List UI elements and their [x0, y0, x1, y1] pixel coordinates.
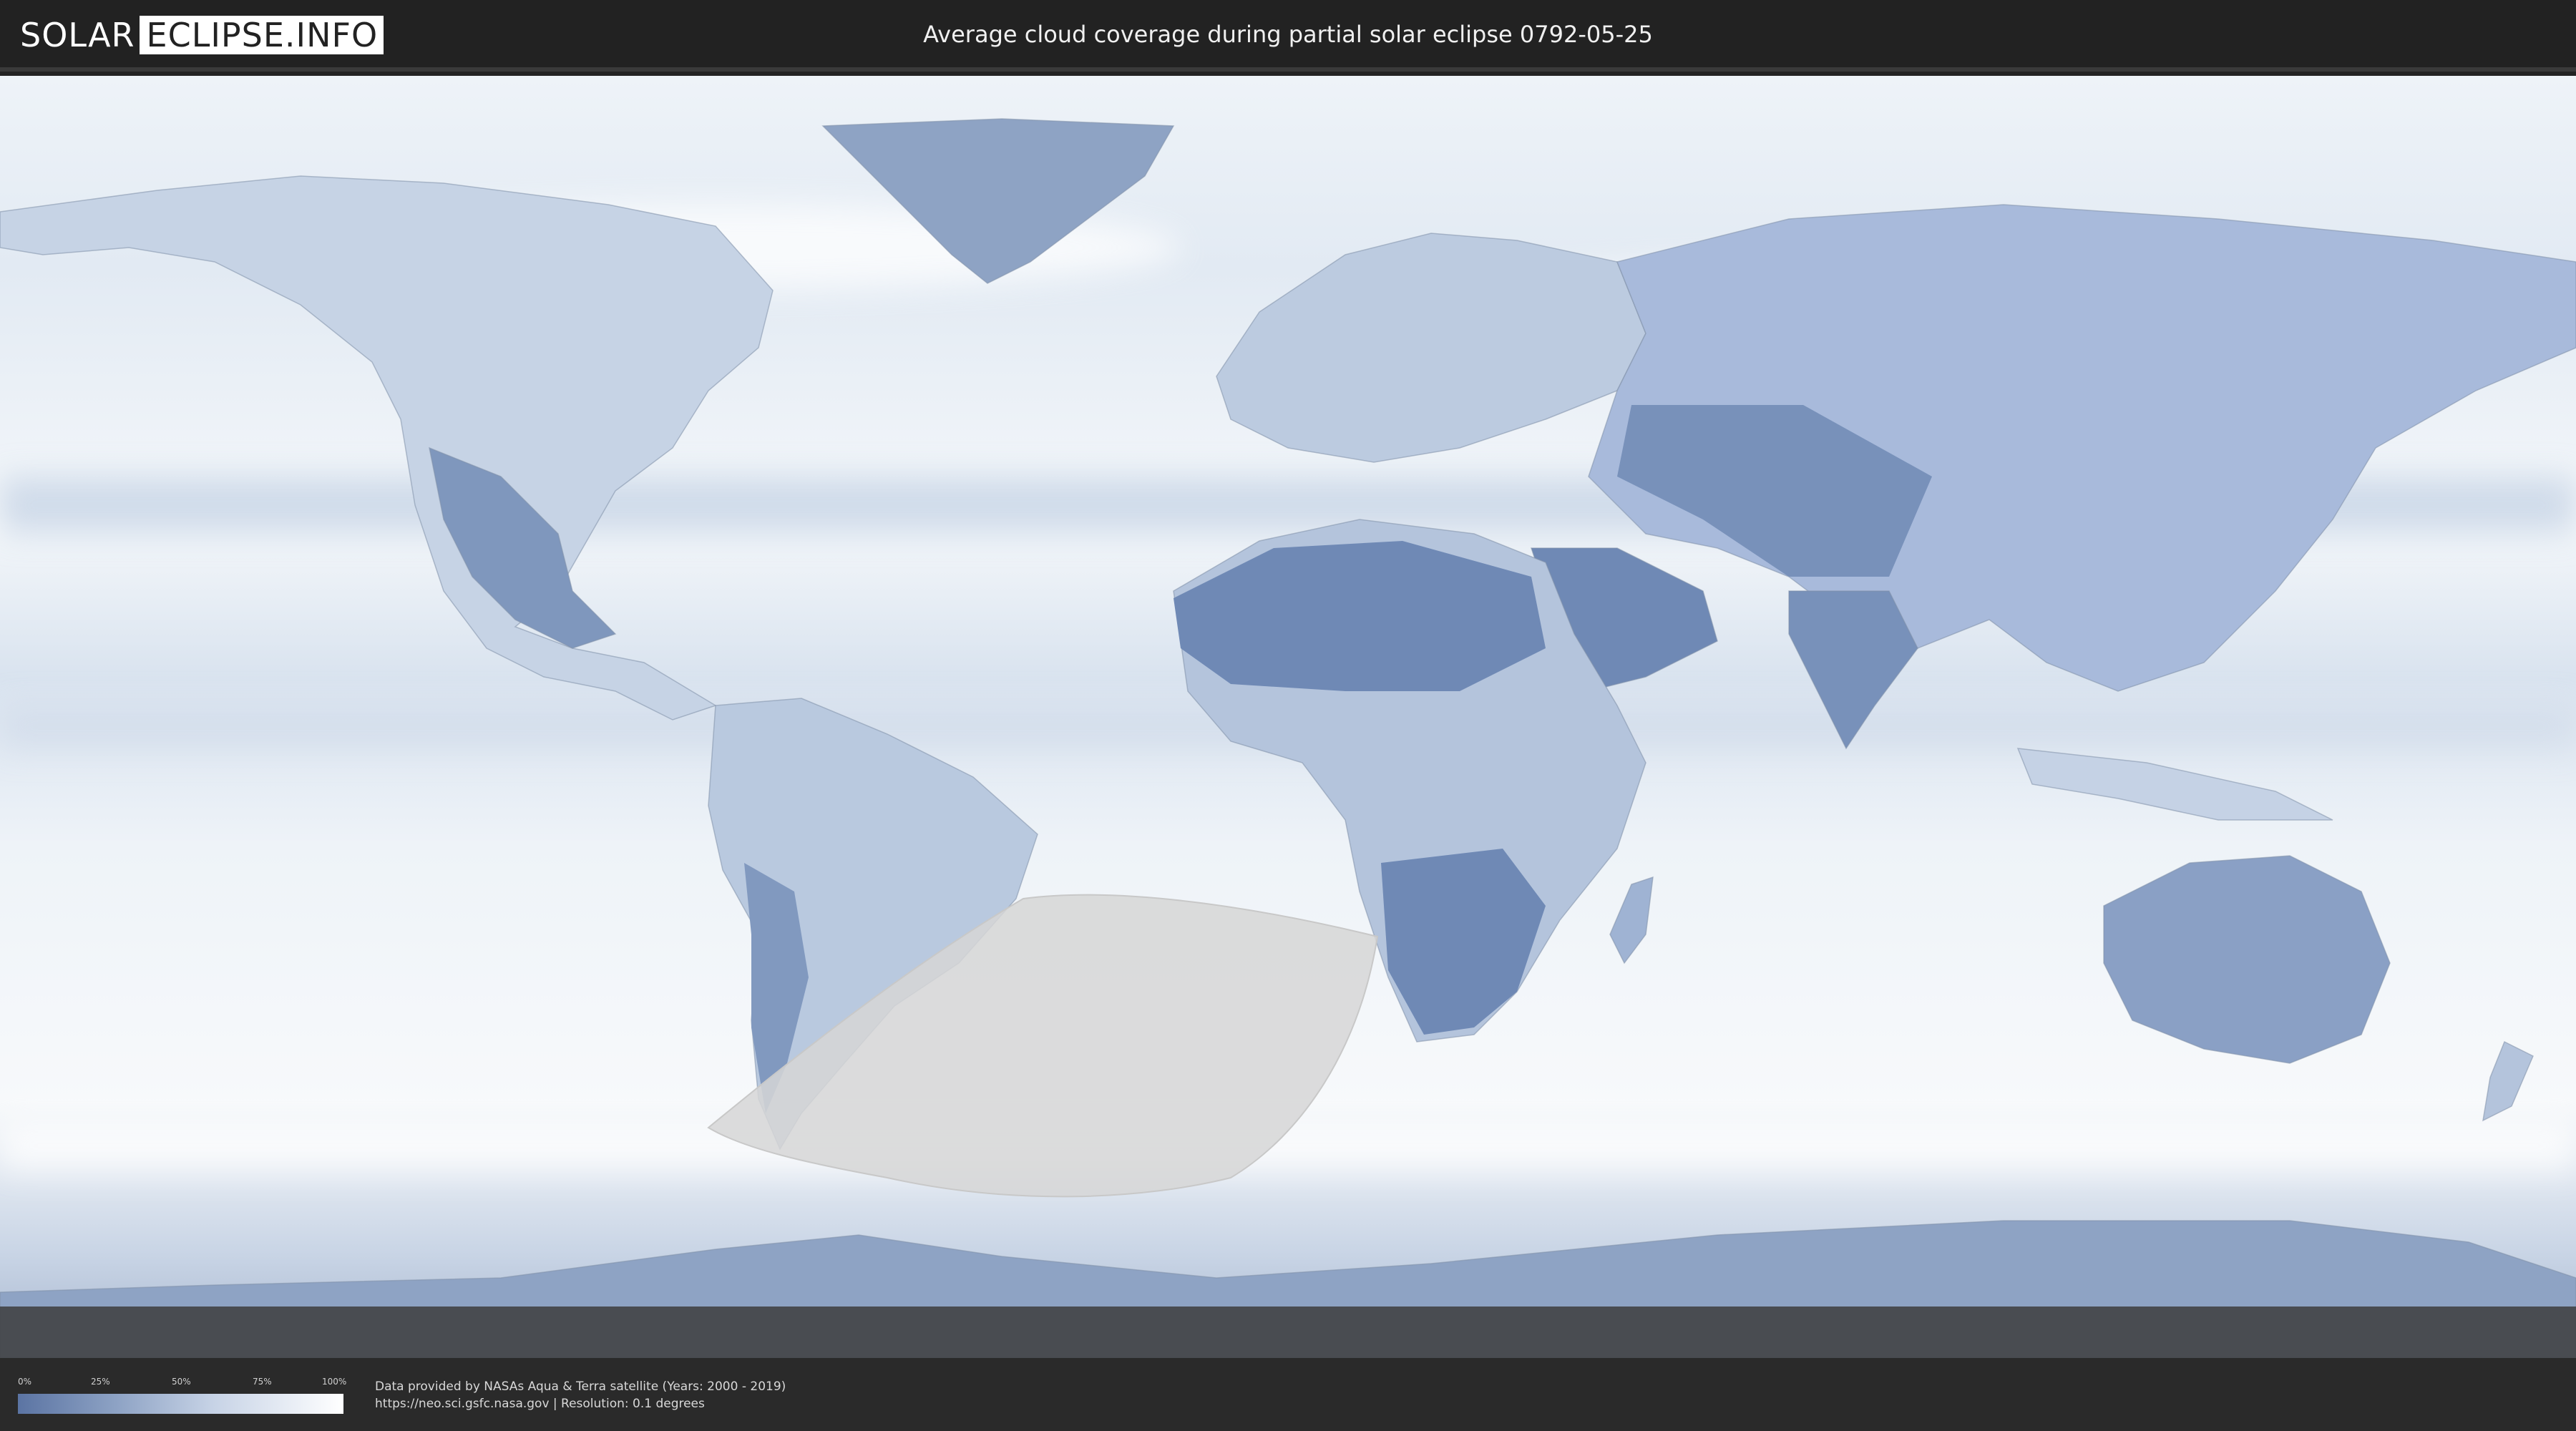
cloud-coverage-legend-bar: [18, 1394, 343, 1414]
footer-bar: [0, 1358, 2576, 1431]
data-source-url-line[interactable]: https://neo.sci.gsfc.nasa.gov | Resoluti…: [375, 1397, 705, 1411]
legend-tick-75: 75%: [253, 1377, 272, 1387]
cloud-coverage-map: [0, 76, 2576, 1358]
legend-tick-0: 0%: [18, 1377, 32, 1387]
data-credit-line: Data provided by NASAs Aqua & Terra sate…: [375, 1379, 786, 1394]
polar-no-data-band: [0, 1307, 2576, 1358]
page-title: Average cloud coverage during partial so…: [923, 21, 1653, 48]
legend-tick-50: 50%: [172, 1377, 191, 1387]
legend-tick-25: 25%: [91, 1377, 110, 1387]
header-bar: SOLAR ECLIPSE.INFO Average cloud coverag…: [0, 0, 2576, 72]
legend-tick-100: 100%: [322, 1377, 347, 1387]
world-map-svg: [0, 76, 2576, 1358]
